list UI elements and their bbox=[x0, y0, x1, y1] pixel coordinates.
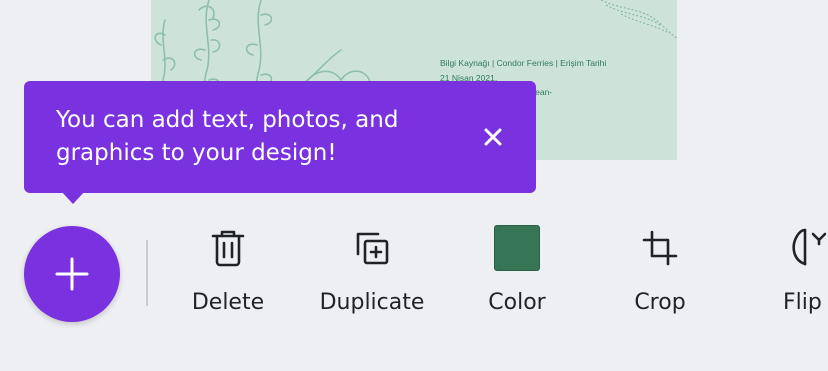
flip-button[interactable]: Flip bbox=[783, 224, 827, 324]
plus-icon bbox=[55, 257, 89, 291]
crop-icon bbox=[642, 230, 678, 266]
tooltip-message: You can add text, photos, and graphics t… bbox=[56, 107, 399, 166]
delete-label: Delete bbox=[191, 290, 265, 315]
onboarding-tooltip: You can add text, photos, and graphics t… bbox=[24, 81, 536, 193]
add-element-button[interactable] bbox=[24, 226, 120, 322]
color-label: Color bbox=[488, 290, 546, 315]
tooltip-arrow bbox=[60, 190, 86, 204]
duplicate-label: Duplicate bbox=[319, 290, 425, 315]
toolbar-divider bbox=[146, 240, 148, 306]
crop-label: Crop bbox=[634, 290, 686, 315]
flip-label: Flip bbox=[783, 290, 822, 315]
color-button[interactable]: Color bbox=[480, 224, 554, 324]
close-icon[interactable] bbox=[479, 123, 507, 151]
color-swatch bbox=[494, 225, 540, 271]
source-line: Bilgi Kaynağı | Condor Ferries | Erişim … bbox=[440, 58, 607, 68]
duplicate-icon bbox=[356, 232, 389, 265]
crop-button[interactable]: Crop bbox=[625, 224, 695, 324]
duplicate-button[interactable]: Duplicate bbox=[320, 224, 424, 324]
flip-icon bbox=[792, 228, 827, 266]
trash-icon bbox=[211, 230, 245, 267]
delete-button[interactable]: Delete bbox=[189, 224, 267, 324]
